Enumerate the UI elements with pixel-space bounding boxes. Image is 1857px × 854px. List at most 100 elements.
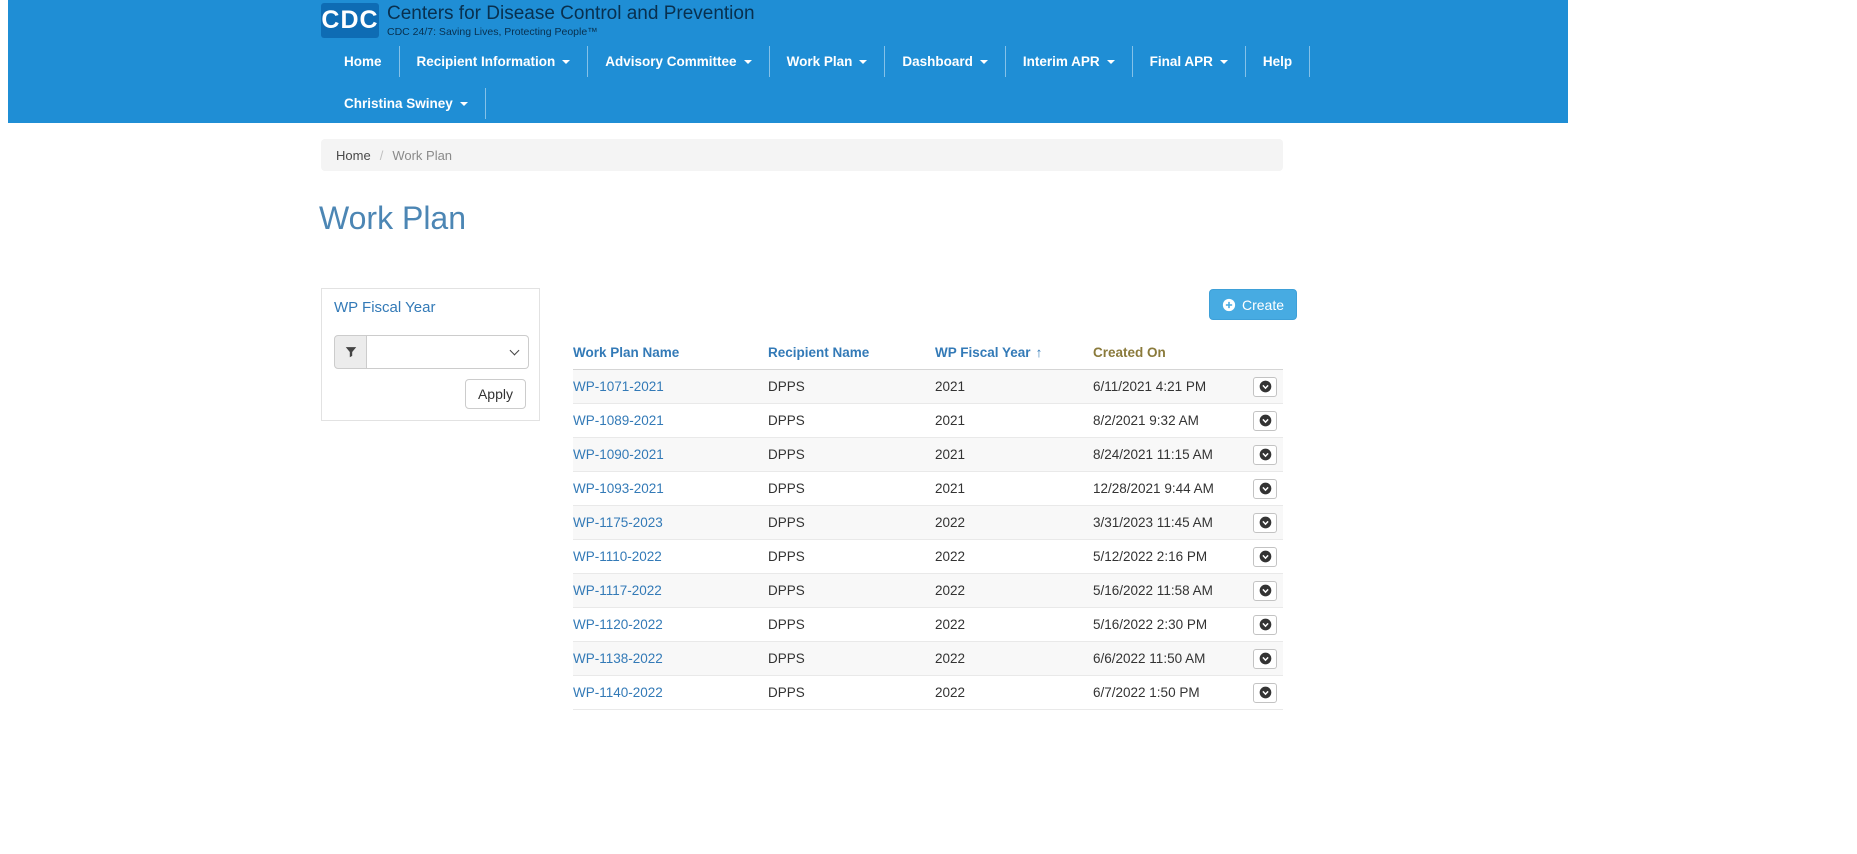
work-plan-name-cell: WP-1071-2021 — [573, 370, 768, 404]
created-on-cell: 5/16/2022 11:58 AM — [1093, 574, 1253, 608]
row-actions-dropdown-button[interactable] — [1253, 479, 1277, 499]
user-menu[interactable]: Christina Swiney — [327, 88, 486, 119]
row-actions-dropdown-button[interactable] — [1253, 445, 1277, 465]
row-actions-dropdown-button[interactable] — [1253, 377, 1277, 397]
recipient-name-cell: DPPS — [768, 506, 935, 540]
nav-item-final-apr[interactable]: Final APR — [1133, 46, 1246, 77]
create-button[interactable]: Create — [1209, 289, 1297, 320]
actions-cell — [1253, 608, 1283, 642]
chevron-down-icon — [980, 60, 988, 64]
row-actions-dropdown-button[interactable] — [1253, 615, 1277, 635]
chevron-down-icon — [1220, 60, 1228, 64]
fiscal-year-cell: 2021 — [935, 370, 1093, 404]
table-row: WP-1090-2021 DPPS 2021 8/24/2021 11:15 A… — [573, 438, 1283, 472]
fiscal-year-cell: 2022 — [935, 574, 1093, 608]
work-plan-name-cell: WP-1093-2021 — [573, 472, 768, 506]
column-header-recipient-name: Recipient Name — [768, 337, 935, 370]
fiscal-year-filter-panel: WP Fiscal Year Apply — [321, 288, 540, 421]
user-nav: Christina Swiney — [327, 88, 486, 119]
chevron-down-circle-icon — [1259, 448, 1272, 461]
table-row: WP-1071-2021 DPPS 2021 6/11/2021 4:21 PM — [573, 370, 1283, 404]
fiscal-year-cell: 2022 — [935, 676, 1093, 710]
nav-item-home[interactable]: Home — [327, 46, 400, 77]
filter-button[interactable] — [334, 335, 367, 369]
table-row: WP-1117-2022 DPPS 2022 5/16/2022 11:58 A… — [573, 574, 1283, 608]
created-on-cell: 6/6/2022 11:50 AM — [1093, 642, 1253, 676]
fiscal-year-select[interactable] — [367, 335, 529, 369]
actions-cell — [1253, 370, 1283, 404]
page-title: Work Plan — [319, 200, 466, 237]
filter-panel-title: WP Fiscal Year — [334, 299, 435, 316]
column-header-actions — [1253, 337, 1283, 370]
chevron-down-circle-icon — [1259, 380, 1272, 393]
actions-cell — [1253, 540, 1283, 574]
nav-label: Interim APR — [1023, 54, 1100, 69]
nav-item-interim-apr[interactable]: Interim APR — [1006, 46, 1133, 77]
work-plan-link[interactable]: WP-1090-2021 — [573, 447, 664, 462]
row-actions-dropdown-button[interactable] — [1253, 683, 1277, 703]
cdc-logo-text: CDC — [321, 6, 378, 35]
row-actions-dropdown-button[interactable] — [1253, 513, 1277, 533]
brand-tagline: CDC 24/7: Saving Lives, Protecting Peopl… — [387, 26, 755, 38]
sort-link-wp-fiscal-year[interactable]: WP Fiscal Year — [935, 345, 1031, 360]
chevron-down-icon — [859, 60, 867, 64]
work-plan-name-cell: WP-1140-2022 — [573, 676, 768, 710]
work-plan-link[interactable]: WP-1110-2022 — [573, 549, 662, 564]
sort-link-recipient-name[interactable]: Recipient Name — [768, 345, 869, 360]
chevron-down-icon — [1107, 60, 1115, 64]
table-row: WP-1110-2022 DPPS 2022 5/12/2022 2:16 PM — [573, 540, 1283, 574]
nav-item-recipient-information[interactable]: Recipient Information — [400, 46, 589, 77]
work-plan-link[interactable]: WP-1138-2022 — [573, 651, 663, 666]
nav-item-work-plan[interactable]: Work Plan — [770, 46, 886, 77]
row-actions-dropdown-button[interactable] — [1253, 649, 1277, 669]
table-row: WP-1120-2022 DPPS 2022 5/16/2022 2:30 PM — [573, 608, 1283, 642]
table-row: WP-1140-2022 DPPS 2022 6/7/2022 1:50 PM — [573, 676, 1283, 710]
actions-cell — [1253, 642, 1283, 676]
recipient-name-cell: DPPS — [768, 404, 935, 438]
created-on-cell: 6/11/2021 4:21 PM — [1093, 370, 1253, 404]
created-on-cell: 5/12/2022 2:16 PM — [1093, 540, 1253, 574]
actions-cell — [1253, 574, 1283, 608]
recipient-name-cell: DPPS — [768, 370, 935, 404]
site-header: CDC Centers for Disease Control and Prev… — [8, 0, 1568, 123]
row-actions-dropdown-button[interactable] — [1253, 547, 1277, 567]
fiscal-year-cell: 2022 — [935, 642, 1093, 676]
chevron-down-icon — [460, 102, 468, 106]
table-body: WP-1071-2021 DPPS 2021 6/11/2021 4:21 PM… — [573, 370, 1283, 710]
work-plan-link[interactable]: WP-1175-2023 — [573, 515, 663, 530]
sort-link-created-on[interactable]: Created On — [1093, 345, 1166, 360]
chevron-down-circle-icon — [1259, 550, 1272, 563]
sort-link-work-plan-name[interactable]: Work Plan Name — [573, 345, 679, 360]
breadcrumb-home-link[interactable]: Home — [336, 148, 371, 163]
nav-label: Help — [1263, 54, 1292, 69]
work-plan-link[interactable]: WP-1120-2022 — [573, 617, 663, 632]
work-plan-link[interactable]: WP-1117-2022 — [573, 583, 662, 598]
plus-circle-icon — [1222, 298, 1236, 312]
recipient-name-cell: DPPS — [768, 438, 935, 472]
nav-item-help[interactable]: Help — [1246, 46, 1310, 77]
table-row: WP-1175-2023 DPPS 2022 3/31/2023 11:45 A… — [573, 506, 1283, 540]
fiscal-year-select-wrap — [367, 335, 529, 369]
chevron-down-circle-icon — [1259, 584, 1272, 597]
nav-item-dashboard[interactable]: Dashboard — [885, 46, 1006, 77]
row-actions-dropdown-button[interactable] — [1253, 581, 1277, 601]
work-plan-link[interactable]: WP-1089-2021 — [573, 413, 664, 428]
recipient-name-cell: DPPS — [768, 540, 935, 574]
brand-title: Centers for Disease Control and Preventi… — [387, 3, 755, 24]
actions-cell — [1253, 404, 1283, 438]
nav-label: Advisory Committee — [605, 54, 736, 69]
breadcrumb: Home / Work Plan — [321, 139, 1283, 171]
chevron-down-circle-icon — [1259, 516, 1272, 529]
nav-item-advisory-committee[interactable]: Advisory Committee — [588, 46, 769, 77]
apply-button[interactable]: Apply — [465, 379, 526, 409]
work-plan-link[interactable]: WP-1140-2022 — [573, 685, 663, 700]
column-header-created-on: Created On — [1093, 337, 1253, 370]
cdc-logo: CDC — [321, 3, 379, 38]
fiscal-year-cell: 2022 — [935, 608, 1093, 642]
work-plan-link[interactable]: WP-1093-2021 — [573, 481, 664, 496]
fiscal-year-cell: 2022 — [935, 540, 1093, 574]
row-actions-dropdown-button[interactable] — [1253, 411, 1277, 431]
work-plan-link[interactable]: WP-1071-2021 — [573, 379, 664, 394]
created-on-cell: 5/16/2022 2:30 PM — [1093, 608, 1253, 642]
created-on-cell: 3/31/2023 11:45 AM — [1093, 506, 1253, 540]
